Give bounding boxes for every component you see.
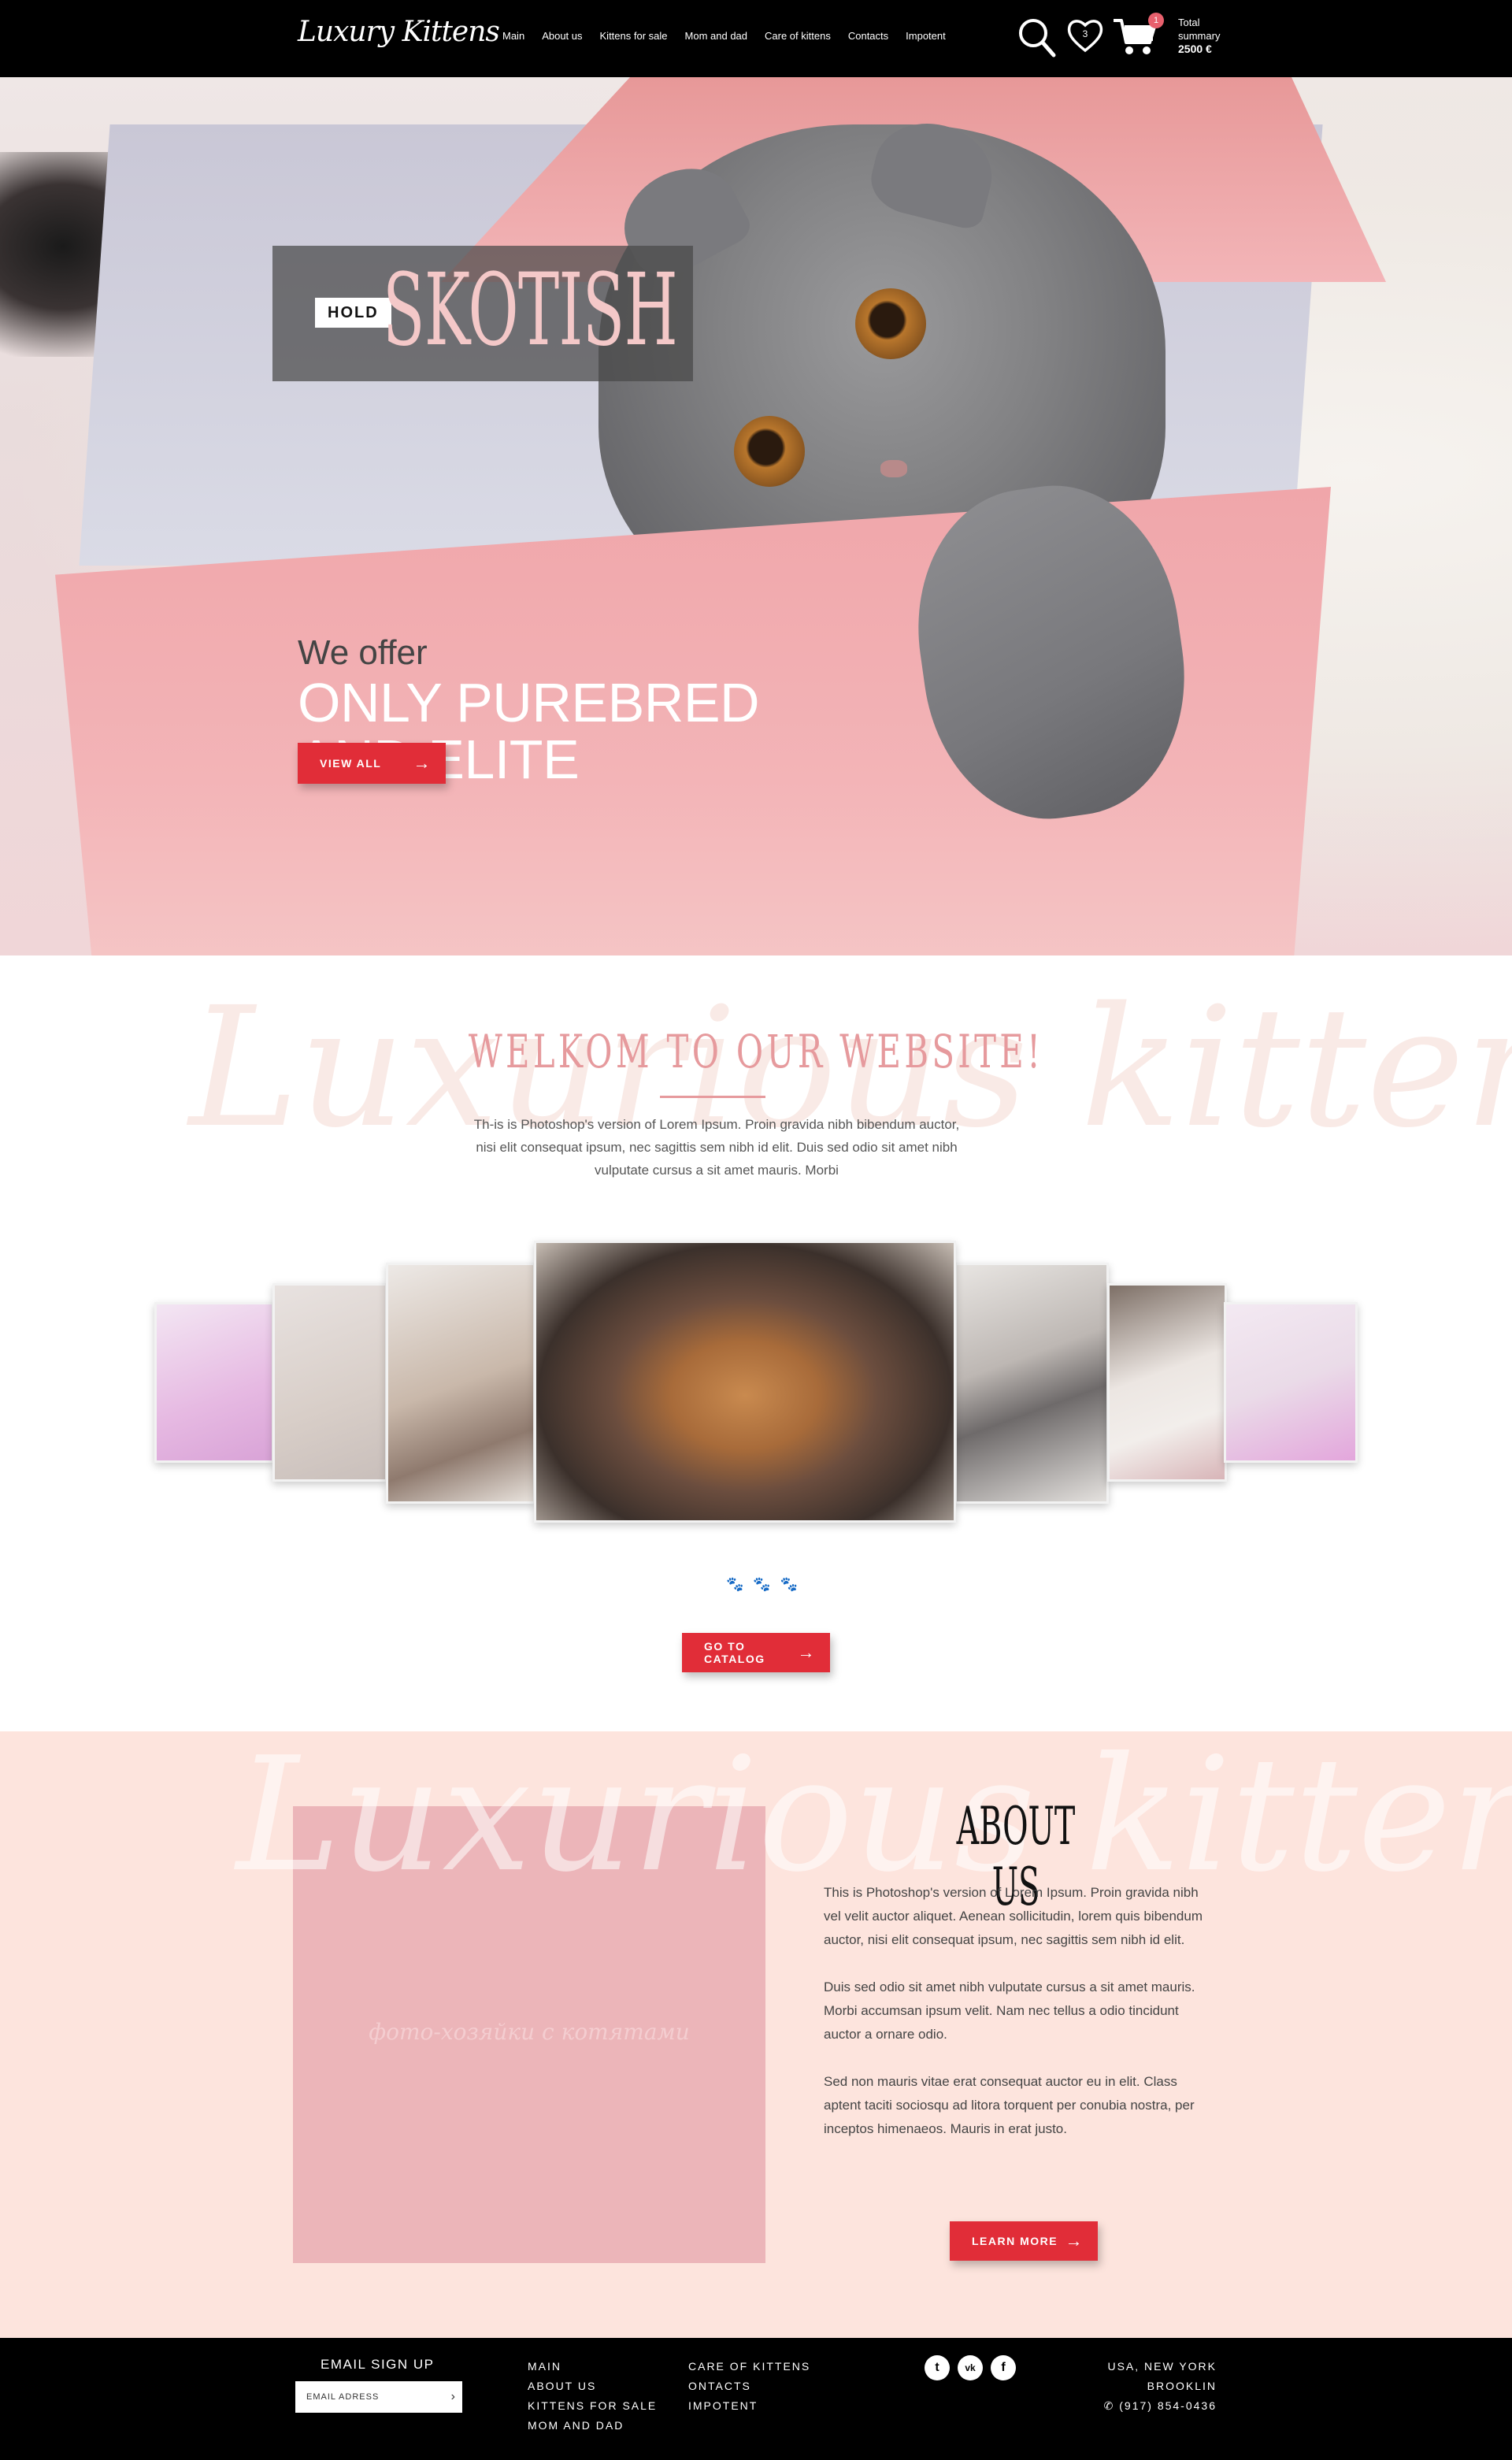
kitten-nose <box>880 460 907 477</box>
about-text: This is Photoshop's version of Lorem Ips… <box>824 1881 1217 2165</box>
footer-links-2: CARE OF KITTENS ONTACTS IMPOTENT <box>688 2357 810 2416</box>
page: Luxury Kittens Main About us Kittens for… <box>0 0 1512 2460</box>
cart-count-badge: 1 <box>1148 13 1164 28</box>
footer-link-mom-and-dad[interactable]: MOM AND DAD <box>528 2416 657 2436</box>
email-input[interactable]: EMAIL ADRESS › <box>295 2381 462 2413</box>
about-paragraph-1: This is Photoshop's version of Lorem Ips… <box>824 1885 1203 1947</box>
gallery-pagination: 🐾 🐾 🐾 <box>726 1576 798 1593</box>
nav-impotent[interactable]: Impotent <box>906 30 946 42</box>
kitten-eye-left <box>855 288 926 359</box>
gallery-thumb-6[interactable] <box>1107 1283 1227 1482</box>
nav-kittens-for-sale[interactable]: Kittens for sale <box>600 30 668 42</box>
search-icon[interactable] <box>1017 16 1057 62</box>
address-line-1: USA, NEW YORK <box>1107 2360 1217 2373</box>
facebook-icon[interactable]: f <box>991 2355 1016 2380</box>
hero-headline-line1: ONLY PUREBRED <box>298 672 760 733</box>
wishlist-heart-icon[interactable]: 3 <box>1066 16 1104 61</box>
vk-icon[interactable]: vk <box>958 2355 983 2380</box>
footer-links-1: MAIN ABOUT US KITTENS FOR SALE MOM AND D… <box>528 2357 657 2436</box>
about-paragraph-2: Duis sed odio sit amet nibh vulputate cu… <box>824 1980 1195 2042</box>
cart-summary-label: summary <box>1178 30 1221 42</box>
gallery-thumb-3[interactable] <box>386 1263 536 1504</box>
footer-link-kittens-for-sale[interactable]: KITTENS FOR SALE <box>528 2396 657 2416</box>
footer-phone[interactable]: ✆ (917) 854-0436 <box>1104 2396 1217 2416</box>
title-divider <box>660 1096 765 1098</box>
phone-number: (917) 854-0436 <box>1119 2399 1217 2412</box>
submit-arrow-icon[interactable]: › <box>451 2381 456 2413</box>
gallery-thumb-7[interactable] <box>1224 1302 1358 1463</box>
cart-total[interactable]: Total summary 2500 € <box>1178 16 1220 56</box>
view-all-button[interactable]: VIEW ALL → <box>298 743 446 784</box>
cart-total-label: Total <box>1178 17 1200 28</box>
footer-link-main[interactable]: MAIN <box>528 2357 657 2377</box>
header: Luxury Kittens Main About us Kittens for… <box>0 0 1512 77</box>
paw-dot-icon-1[interactable]: 🐾 <box>726 1576 743 1593</box>
wishlist-count: 3 <box>1082 28 1088 39</box>
about-section: фото-хозяйки с котятами Luxurious kitten… <box>0 1731 1512 2338</box>
gallery-thumb-2[interactable] <box>272 1283 387 1482</box>
twitter-icon[interactable]: t <box>925 2355 950 2380</box>
footer-link-about-us[interactable]: ABOUT US <box>528 2377 657 2396</box>
breed-badge-small: HOLD <box>315 298 391 328</box>
logo[interactable]: Luxury Kittens <box>298 16 500 48</box>
footer-link-care-of-kittens[interactable]: CARE OF KITTENS <box>688 2357 810 2377</box>
nav-about-us[interactable]: About us <box>542 30 582 42</box>
email-placeholder: EMAIL ADRESS <box>306 2392 380 2402</box>
paw-dot-icon-active[interactable]: 🐾 <box>780 1576 798 1593</box>
learn-more-label: LEARN MORE <box>972 2235 1058 2247</box>
gallery-main-image[interactable] <box>534 1241 956 1523</box>
welcome-text: Th-is is Photoshop's version of Lorem Ip… <box>473 1117 960 1178</box>
breed-badge-title: SKOTISH <box>383 252 678 368</box>
address-line-2: BROOKLIN <box>1147 2380 1217 2392</box>
footer-link-impotent[interactable]: IMPOTENT <box>688 2396 810 2416</box>
breed-badge: HOLD SKOTISH <box>272 246 693 381</box>
nav-main[interactable]: Main <box>502 30 524 42</box>
arrow-right-icon: → <box>797 1642 816 1662</box>
hero-banner: HOLD SKOTISH We offer ONLY PUREBRED AND … <box>0 77 1512 955</box>
photo-caption: фото-хозяйки с котятами <box>369 2019 690 2045</box>
footer-link-contacts[interactable]: ONTACTS <box>688 2377 810 2396</box>
hero-offer: We offer <box>298 633 428 672</box>
view-all-label: VIEW ALL <box>320 757 382 770</box>
phone-icon: ✆ <box>1103 2399 1120 2412</box>
about-paragraph-3: Sed non mauris vitae erat consequat auct… <box>824 2074 1195 2136</box>
arrow-right-icon: → <box>1065 2231 1084 2250</box>
paw-dot-icon-2[interactable]: 🐾 <box>753 1576 770 1593</box>
kitten-eye-right <box>734 416 805 487</box>
go-to-catalog-button[interactable]: GO TO CATALOG → <box>682 1633 830 1672</box>
email-signup-label: EMAIL SIGN UP <box>321 2357 435 2372</box>
welcome-title: WELKOM TO OUR WEBSITE! <box>468 1025 1044 1078</box>
cart-total-value: 2500 € <box>1178 43 1212 55</box>
nav-care-of-kittens[interactable]: Care of kittens <box>765 30 831 42</box>
main-nav: Main About us Kittens for sale Mom and d… <box>502 30 963 42</box>
gallery-thumb-1[interactable] <box>154 1302 274 1463</box>
gallery-thumb-5[interactable] <box>954 1263 1109 1504</box>
nav-contacts[interactable]: Contacts <box>848 30 888 42</box>
footer-address: USA, NEW YORK BROOKLIN ✆ (917) 854-0436 <box>1104 2357 1217 2416</box>
nav-mom-and-dad[interactable]: Mom and dad <box>685 30 748 42</box>
arrow-right-icon: → <box>413 753 432 773</box>
learn-more-button[interactable]: LEARN MORE → <box>950 2221 1098 2261</box>
welcome-section: Luxurious kittens WELKOM TO OUR WEBSITE!… <box>0 955 1512 1731</box>
footer: EMAIL SIGN UP EMAIL ADRESS › MAIN ABOUT … <box>0 2338 1512 2460</box>
go-to-catalog-label: GO TO CATALOG <box>704 1640 765 1665</box>
